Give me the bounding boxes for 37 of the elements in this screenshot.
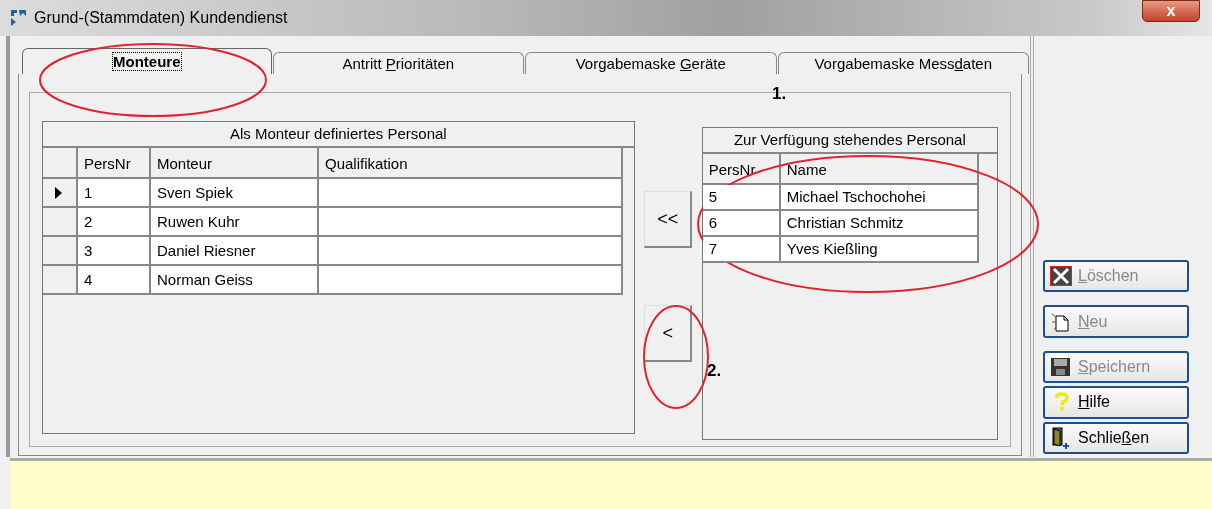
tab[interactable]: Vorgabemaske Messdaten: [777, 52, 1029, 74]
column-header[interactable]: PersNr: [702, 154, 781, 185]
close-button[interactable]: x: [1142, 0, 1200, 22]
close-button[interactable]: Schließen: [1043, 421, 1189, 455]
table-cell: Michael Tschochohei: [780, 185, 979, 211]
exit-door-icon: [1050, 426, 1072, 449]
annotation-number: 1.: [772, 84, 787, 104]
move-button[interactable]: <<: [644, 191, 693, 248]
column-header[interactable]: Name: [780, 154, 979, 185]
table-cell: 1: [78, 179, 151, 208]
table-cell: 4: [78, 266, 151, 295]
table-cell: Yves Kießling: [780, 237, 979, 263]
table-cell: Christian Schmitz: [780, 211, 979, 237]
table-cell: 3: [78, 237, 151, 266]
annotation-number: 2.: [707, 361, 722, 381]
column-header[interactable]: Monteur: [151, 148, 319, 179]
column-header[interactable]: Qualifikation: [319, 148, 623, 179]
current-row-icon: [55, 186, 62, 199]
table-cell: Norman Geiss: [151, 266, 319, 295]
tab[interactable]: Monteure: [22, 48, 272, 74]
table-cell: 7: [702, 237, 781, 263]
move-button[interactable]: <: [644, 305, 693, 362]
close-icon: [1050, 266, 1072, 287]
column-header[interactable]: PersNr: [78, 148, 151, 179]
table-cell: 5: [702, 185, 781, 211]
app-icon: [10, 9, 28, 27]
window-title: Grund-(Stammdaten) Kundendienst: [34, 9, 288, 27]
document-icon: [1050, 311, 1072, 332]
tab[interactable]: Vorgabemaske Geräte: [525, 52, 777, 74]
table-cell: Daniel Riesner: [151, 237, 319, 266]
table-cell: 6: [702, 211, 781, 237]
table-cell: Sven Spiek: [151, 179, 319, 208]
row-indicator[interactable]: [43, 179, 78, 208]
table-cell: 2: [78, 208, 151, 237]
help-button[interactable]: Hilfe: [1043, 386, 1189, 419]
tab[interactable]: Antritt Prioritäten: [272, 52, 524, 74]
table-cell: Ruwen Kuhr: [151, 208, 319, 237]
